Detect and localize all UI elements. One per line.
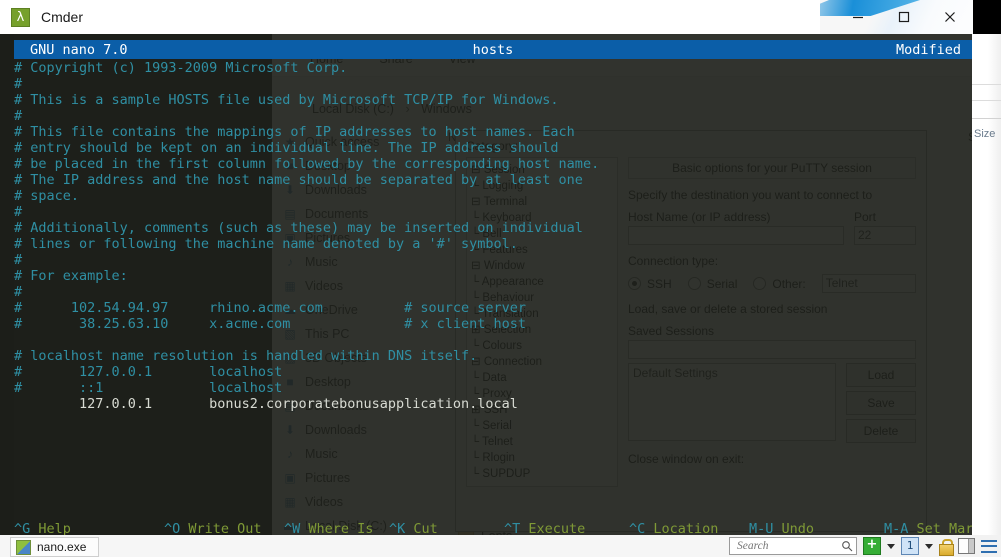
nano-text-area[interactable]: # Copyright (c) 1993-2009 Microsoft Corp… bbox=[14, 60, 972, 412]
nano-line: 127.0.0.1 bonus2.corporatebonusapplicati… bbox=[14, 396, 518, 412]
nano-line: # space. bbox=[14, 188, 80, 204]
nano-shortcut-key: ^W bbox=[284, 521, 301, 535]
nano-shortcut-key: ^K bbox=[389, 521, 406, 535]
nano-line: # 127.0.0.1 localhost bbox=[14, 364, 283, 380]
maximize-icon bbox=[898, 11, 910, 23]
cmder-status-bar[interactable]: nano.exe + 1 bbox=[0, 535, 1001, 557]
nano-line: # Copyright (c) 1993-2009 Microsoft Corp… bbox=[14, 60, 348, 76]
nano-app-icon bbox=[16, 539, 31, 555]
nano-line: # be placed in the first column followed… bbox=[14, 156, 600, 172]
background-right-window[interactable] bbox=[972, 34, 1001, 535]
nano-line: # 102.54.94.97 rhino.acme.com # source s… bbox=[14, 300, 527, 316]
nano-shortcut-key: ^O bbox=[164, 521, 181, 535]
right-window-size-column: Size bbox=[974, 128, 996, 140]
nano-shortcut[interactable]: ^W Where Is bbox=[284, 521, 373, 535]
terminal-left-margin bbox=[0, 34, 14, 535]
search-box[interactable] bbox=[729, 537, 857, 555]
nano-shortcut-bar[interactable]: ^G Help ^O Write Out ^W Where Is ^K Cut ^T E… bbox=[14, 489, 972, 535]
nano-shortcut-label: Write Out bbox=[180, 521, 262, 535]
search-input[interactable] bbox=[735, 538, 831, 554]
app-title: Cmder bbox=[41, 9, 84, 25]
divider bbox=[972, 118, 1001, 119]
terminal-tab-label: nano.exe bbox=[37, 540, 87, 554]
nano-modified-indicator: Modified bbox=[895, 41, 961, 58]
window-titlebar[interactable]: λ Cmder bbox=[0, 0, 1001, 34]
chevron-down-icon bbox=[887, 543, 895, 549]
nano-shortcut-label: Undo bbox=[773, 521, 815, 535]
nano-line: # bbox=[14, 284, 23, 300]
minimize-button[interactable] bbox=[835, 0, 881, 34]
nano-line: # entry should be kept on an individual … bbox=[14, 140, 559, 156]
divider bbox=[972, 84, 1001, 85]
nano-shortcut-label: Where Is bbox=[300, 521, 374, 535]
nano-shortcut[interactable]: ^K Cut bbox=[389, 521, 438, 535]
maximize-button[interactable] bbox=[881, 0, 927, 34]
terminal-pane[interactable]: GNU nano 7.0 hosts Modified # Copyright … bbox=[0, 34, 972, 535]
nano-shortcut-label: Location bbox=[645, 521, 719, 535]
nano-line: # This file contains the mappings of IP … bbox=[14, 124, 575, 140]
nano-line: # bbox=[14, 108, 23, 124]
hamburger-menu-icon bbox=[981, 539, 997, 553]
split-panes-button[interactable] bbox=[958, 538, 975, 554]
nano-title-bar: GNU nano 7.0 hosts Modified bbox=[14, 40, 972, 59]
nano-shortcut[interactable]: ^C Location bbox=[629, 521, 718, 535]
nano-shortcut-label: Cut bbox=[405, 521, 438, 535]
split-panes-icon bbox=[958, 538, 975, 554]
close-icon bbox=[945, 12, 955, 22]
nano-shortcut-label: Execute bbox=[520, 521, 586, 535]
minimize-icon bbox=[853, 16, 863, 19]
nano-line bbox=[14, 332, 972, 348]
nano-line: # Additionally, comments (such as these)… bbox=[14, 220, 583, 236]
nano-line: # bbox=[14, 204, 23, 220]
nano-shortcut-key: ^T bbox=[504, 521, 521, 535]
lambda-icon: λ bbox=[11, 7, 30, 27]
nano-shortcut[interactable]: ^G Help bbox=[14, 521, 71, 535]
nano-shortcut-key: M-U bbox=[749, 521, 774, 535]
nano-shortcut[interactable]: ^T Execute bbox=[504, 521, 585, 535]
window-controls[interactable] bbox=[835, 0, 973, 34]
nano-filename-label: hosts bbox=[472, 41, 514, 58]
new-console-dropdown[interactable] bbox=[887, 543, 895, 549]
nano-line: # ::1 localhost bbox=[14, 380, 283, 396]
nano-line: # This is a sample HOSTS file used by Mi… bbox=[14, 92, 559, 108]
main-menu-button[interactable] bbox=[981, 539, 997, 553]
nano-line: # For example: bbox=[14, 268, 128, 284]
nano-shortcut-label: Set Mark bbox=[916, 521, 972, 535]
close-button[interactable] bbox=[927, 0, 973, 34]
nano-shortcut-label: Help bbox=[30, 521, 71, 535]
lock-icon bbox=[939, 538, 954, 556]
shortcut-row-1[interactable]: ^G Help ^O Write Out ^W Where Is ^K Cut ^T E… bbox=[14, 521, 972, 535]
nano-line: # bbox=[14, 76, 23, 92]
titlebar-left: λ Cmder bbox=[0, 0, 820, 34]
nano-line: # lines or following the machine name de… bbox=[14, 236, 518, 252]
active-tab-button[interactable]: 1 bbox=[901, 537, 919, 555]
nano-line: # 38.25.63.10 x.acme.com # x client host bbox=[14, 316, 527, 332]
terminal-tab-nano[interactable]: nano.exe bbox=[10, 537, 100, 557]
nano-shortcut[interactable]: M-U Undo bbox=[749, 521, 814, 535]
nano-line: # The IP address and the host name shoul… bbox=[14, 172, 583, 188]
new-console-button[interactable]: + bbox=[863, 537, 881, 555]
lock-button[interactable] bbox=[939, 538, 954, 556]
tab-count-badge: 1 bbox=[901, 537, 919, 555]
search-icon bbox=[842, 541, 853, 552]
status-bar-left bbox=[0, 535, 810, 557]
plus-icon: + bbox=[863, 537, 881, 555]
nano-shortcut-key: ^C bbox=[629, 521, 646, 535]
nano-shortcut-key: M-A bbox=[884, 521, 909, 535]
nano-shortcut-key: ^G bbox=[14, 521, 31, 535]
chevron-down-icon bbox=[925, 543, 933, 549]
nano-line: # bbox=[14, 252, 23, 268]
divider bbox=[972, 100, 1001, 101]
active-tab-dropdown[interactable] bbox=[925, 543, 933, 549]
status-bar-right[interactable]: + 1 bbox=[729, 535, 997, 557]
nano-shortcut[interactable]: ^O Write Out bbox=[164, 521, 262, 535]
titlebar-right-gap bbox=[973, 0, 1001, 34]
nano-line: # localhost name resolution is handled w… bbox=[14, 348, 478, 364]
nano-shortcut[interactable]: M-A Set Mark bbox=[884, 521, 972, 535]
screen: Home Share View Local Disk (C:) › Window… bbox=[0, 0, 1001, 557]
